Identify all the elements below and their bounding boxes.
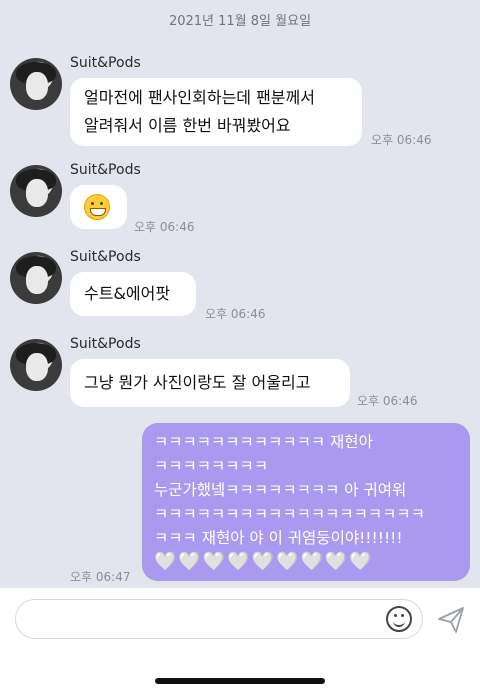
message-input[interactable]	[15, 599, 423, 639]
avatar[interactable]	[10, 252, 62, 304]
composer-bar	[0, 588, 480, 695]
message-text: ㅋㅋㅋ 재현아 야 이 귀염둥이야!!!!!!!	[154, 529, 403, 547]
message-time: 오후 06:46	[371, 133, 432, 147]
message-text: ㅋㅋㅋㅋㅋㅋㅋㅋㅋㅋㅋㅋ 재현아	[154, 433, 373, 451]
message-bubble[interactable]: 수트&에어팟	[70, 272, 196, 316]
message-text: 누군가했넼ㅋㅋㅋㅋㅋㅋㅋㅋ 아 귀여워	[154, 481, 407, 499]
sender-name: Suit&Pods	[70, 162, 141, 178]
sender-name: Suit&Pods	[70, 249, 141, 265]
avatar[interactable]	[10, 339, 62, 391]
message-text: 수트&에어팟	[84, 284, 171, 303]
sender-name: Suit&Pods	[70, 55, 141, 71]
message-bubble[interactable]: 그냥 뭔가 사진이랑도 잘 어울리고	[70, 359, 350, 407]
message-text: ㅋㅋㅋㅋㅋㅋㅋㅋㅋㅋㅋㅋㅋㅋㅋㅋㅋㅋㅋ	[154, 505, 425, 523]
message-text: 그냥 뭔가 사진이랑도 잘 어울리고	[84, 373, 311, 392]
message-text: 알려줘서 이름 한번 바꿔봤어요	[84, 116, 291, 135]
send-icon[interactable]	[436, 605, 466, 635]
grinning-face-icon	[84, 194, 110, 220]
message-time: 오후 06:46	[357, 394, 418, 408]
message-bubble[interactable]: 얼마전에 팬사인회하는데 팬분께서 알려줘서 이름 한번 바꿔봤어요	[70, 78, 362, 146]
white-hearts-icons: 🤍🤍🤍🤍🤍🤍🤍🤍🤍	[154, 551, 374, 572]
date-separator: 2021년 11월 8일 월요일	[168, 14, 312, 29]
chat-area: 2021년 11월 8일 월요일 Suit&Pods 얼마전에 팬사인회하는데 …	[0, 0, 480, 588]
avatar[interactable]	[10, 58, 62, 110]
message-text: 얼마전에 팬사인회하는데 팬분께서	[84, 88, 315, 107]
message-time: 오후 06:46	[134, 220, 195, 234]
smile-icon[interactable]	[386, 606, 412, 632]
message-time: 오후 06:47	[70, 570, 131, 584]
message-bubble[interactable]	[70, 185, 127, 229]
message-text: ㅋㅋㅋㅋㅋㅋㅋㅋ	[154, 457, 269, 475]
sender-name: Suit&Pods	[70, 336, 141, 352]
avatar[interactable]	[10, 165, 62, 217]
my-message-bubble[interactable]: ㅋㅋㅋㅋㅋㅋㅋㅋㅋㅋㅋㅋ 재현아 ㅋㅋㅋㅋㅋㅋㅋㅋ 누군가했넼ㅋㅋㅋㅋㅋㅋㅋㅋ …	[142, 423, 470, 581]
home-indicator	[155, 678, 325, 684]
message-time: 오후 06:46	[205, 307, 266, 321]
